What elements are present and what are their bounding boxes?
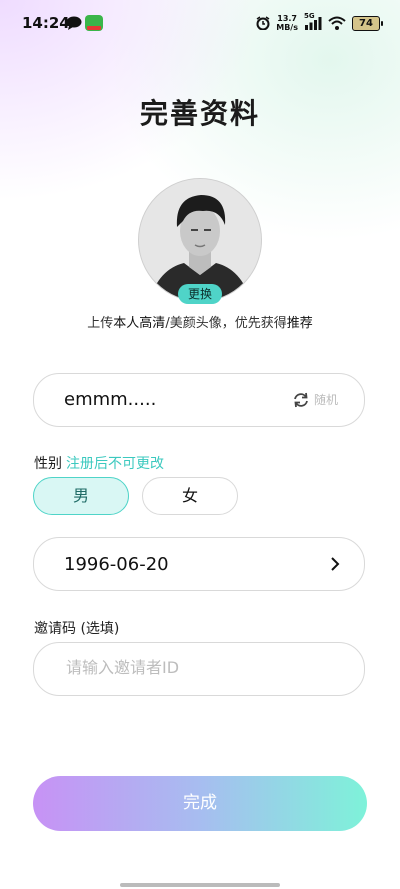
invite-code-field[interactable] [33, 642, 365, 696]
done-button[interactable]: 完成 [33, 776, 367, 831]
gender-male-button[interactable]: 男 [33, 477, 129, 515]
invite-code-label: 邀请码 (选填) [34, 621, 120, 637]
battery-level: 74 [359, 17, 373, 29]
birthday-picker[interactable]: 1996-06-20 [33, 537, 365, 591]
birthday-value: 1996-06-20 [64, 554, 169, 575]
network-speed-value: 13.7 [277, 14, 297, 23]
network-speed-unit: MB/s [276, 23, 298, 32]
gender-label: 性别 注册后不可更改 [34, 453, 164, 473]
wifi-icon [328, 16, 346, 30]
gender-label-text: 性别 [34, 456, 62, 472]
change-avatar-button[interactable]: 更换 [178, 284, 222, 304]
hint-middle: /美颜头像，优先获得 [165, 316, 287, 331]
status-time: 14:24 [22, 14, 70, 32]
refresh-icon [294, 392, 308, 407]
avatar-upload-hint: 上传本人高清/美颜头像，优先获得推荐 [0, 312, 400, 331]
random-nickname-button[interactable]: 随机 [292, 391, 338, 408]
alarm-icon [256, 16, 270, 30]
app-notification-icon [85, 15, 103, 31]
gender-female-button[interactable]: 女 [142, 477, 238, 515]
random-label: 随机 [313, 393, 338, 407]
hint-emphasis-1: 本人高清 [113, 316, 166, 331]
page-title: 完善资料 [139, 97, 260, 130]
network-speed: 13.7 MB/s [276, 14, 298, 32]
hint-emphasis-2: 推荐 [286, 316, 313, 331]
battery-indicator: 74 [352, 15, 383, 31]
home-indicator[interactable] [120, 883, 280, 887]
avatar-portrait-image [139, 179, 261, 301]
network-type: 5G [304, 12, 315, 20]
chevron-right-icon [331, 557, 340, 571]
nickname-field[interactable]: emmm..... 随机 [33, 373, 365, 427]
hint-prefix: 上传 [87, 316, 114, 331]
nickname-value[interactable]: emmm..... [64, 389, 156, 410]
gender-note: 注册后不可更改 [66, 456, 164, 472]
chat-notification-icon [66, 16, 82, 30]
cellular-signal: 5G [304, 12, 322, 30]
invite-code-input[interactable] [64, 657, 338, 678]
status-bar: 14:24 13.7 MB/s 5G 74 [0, 0, 400, 48]
